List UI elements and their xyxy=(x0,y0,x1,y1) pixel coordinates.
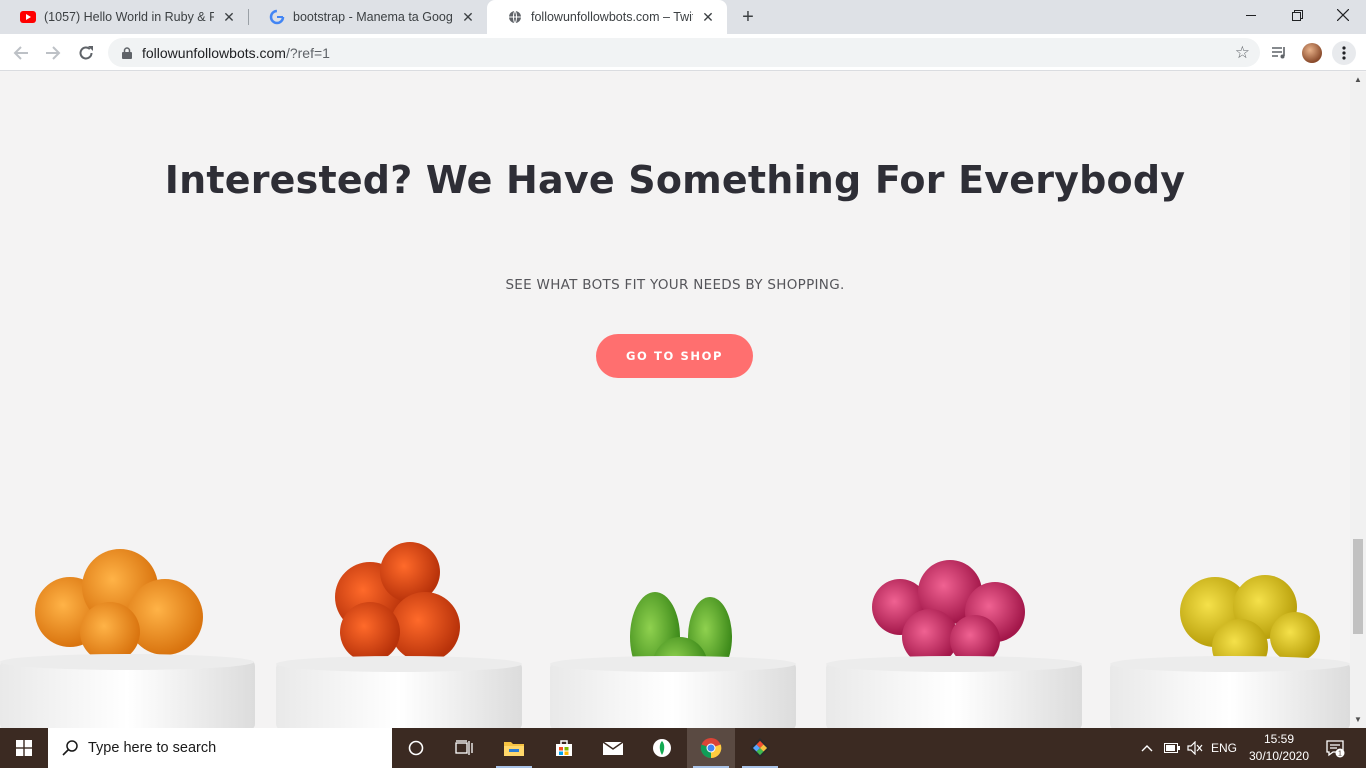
browser-tab-strip: (1057) Hello World in Ruby & Rai ✕ boots… xyxy=(0,0,1366,34)
notification-count-badge: 1 xyxy=(1338,751,1342,758)
cortana-circle-icon xyxy=(408,740,424,756)
show-hidden-icons-button[interactable] xyxy=(1136,728,1158,768)
page-heading: Interested? We Have Something For Everyb… xyxy=(164,158,1186,202)
profile-avatar-button[interactable] xyxy=(1300,41,1324,65)
chrome-button[interactable] xyxy=(687,728,735,768)
microsoft-store-button[interactable] xyxy=(540,728,588,768)
green-cactus xyxy=(550,592,796,728)
git-kraken-button[interactable] xyxy=(736,728,784,768)
close-icon[interactable]: ✕ xyxy=(699,8,717,26)
close-icon[interactable]: ✕ xyxy=(220,8,238,26)
windows-taskbar: Type here to search ENG 15:59 30/10/2020… xyxy=(0,728,1366,768)
globe-icon xyxy=(507,9,523,25)
file-explorer-button[interactable] xyxy=(490,728,538,768)
page-subtitle: SEE WHAT BOTS FIT YOUR NEEDS BY SHOPPING… xyxy=(505,277,845,293)
close-window-button[interactable] xyxy=(1320,0,1366,30)
windows-logo-icon xyxy=(16,740,32,756)
taskbar-clock[interactable]: 15:59 30/10/2020 xyxy=(1244,731,1314,765)
action-center-button[interactable]: 1 xyxy=(1320,728,1350,768)
mail-button[interactable] xyxy=(589,728,637,768)
avatar xyxy=(1302,43,1322,63)
search-icon xyxy=(60,738,80,758)
input-language-button[interactable]: ENG xyxy=(1208,728,1240,768)
mongodb-leaf-icon xyxy=(653,739,671,757)
scroll-thumb[interactable] xyxy=(1353,539,1363,634)
task-view-icon xyxy=(455,740,473,755)
lock-icon[interactable] xyxy=(120,46,134,60)
pink-cactus xyxy=(826,560,1082,728)
red-cactus xyxy=(276,542,522,728)
volume-muted-icon xyxy=(1187,741,1203,755)
search-placeholder: Type here to search xyxy=(88,740,217,756)
chrome-icon xyxy=(700,738,722,759)
mongodb-compass-button[interactable] xyxy=(638,728,686,768)
battery-button[interactable] xyxy=(1160,728,1184,768)
url-text: followunfollowbots.com/?ref=1 xyxy=(142,45,330,61)
cactus-pots-row-image xyxy=(0,542,1350,728)
url-path: /?ref=1 xyxy=(285,44,330,61)
battery-icon xyxy=(1164,743,1180,753)
task-view-button[interactable] xyxy=(440,728,488,768)
tab-title: (1057) Hello World in Ruby & Rai xyxy=(44,10,214,24)
orange-cactus xyxy=(0,549,255,728)
tab-followunfollowbots[interactable]: followunfollowbots.com – Twitte ✕ xyxy=(487,0,727,34)
close-icon[interactable]: ✕ xyxy=(459,8,477,26)
tab-title: bootstrap - Manema ta Google xyxy=(293,10,453,24)
back-button[interactable] xyxy=(8,40,34,66)
minimize-button[interactable] xyxy=(1228,0,1274,30)
scroll-up-arrow-icon[interactable]: ▲ xyxy=(1354,76,1362,84)
taskbar-search-box[interactable]: Type here to search xyxy=(48,728,392,768)
more-options-button[interactable] xyxy=(1332,41,1356,65)
address-bar[interactable]: followunfollowbots.com/?ref=1 ☆ xyxy=(108,38,1260,67)
notification-icon: 1 xyxy=(1326,740,1345,758)
tab-youtube[interactable]: (1057) Hello World in Ruby & Rai ✕ xyxy=(0,0,248,34)
clock-date: 30/10/2020 xyxy=(1248,749,1310,763)
go-to-shop-button[interactable]: GO TO SHOP xyxy=(596,334,753,378)
bookmark-star-icon[interactable]: ☆ xyxy=(1235,43,1250,63)
cortana-button[interactable] xyxy=(392,728,440,768)
google-icon xyxy=(269,9,285,25)
browser-toolbar: followunfollowbots.com/?ref=1 ☆ xyxy=(0,34,1366,71)
yellow-cactus xyxy=(1110,575,1350,728)
scroll-down-arrow-icon[interactable]: ▼ xyxy=(1354,716,1362,724)
page-scrollbar[interactable]: ▲ ▼ xyxy=(1350,72,1366,728)
url-domain: followunfollowbots.com xyxy=(142,44,286,61)
reload-button[interactable] xyxy=(73,40,99,66)
volume-button[interactable] xyxy=(1184,728,1206,768)
git-diamond-icon xyxy=(750,738,770,758)
new-tab-button[interactable]: + xyxy=(736,5,760,29)
tab-title: followunfollowbots.com – Twitte xyxy=(531,10,693,24)
start-button[interactable] xyxy=(0,728,48,768)
folder-icon xyxy=(504,742,524,756)
restore-button[interactable] xyxy=(1274,0,1320,30)
youtube-icon xyxy=(20,9,36,25)
forward-button[interactable] xyxy=(40,40,66,66)
clock-time: 15:59 xyxy=(1263,732,1295,746)
store-bag-icon xyxy=(556,740,572,756)
tab-google[interactable]: bootstrap - Manema ta Google ✕ xyxy=(249,0,487,34)
mail-icon xyxy=(602,741,624,755)
chevron-up-icon xyxy=(1141,745,1153,752)
media-queue-icon[interactable] xyxy=(1267,41,1291,65)
page-viewport: Interested? We Have Something For Everyb… xyxy=(0,72,1350,728)
